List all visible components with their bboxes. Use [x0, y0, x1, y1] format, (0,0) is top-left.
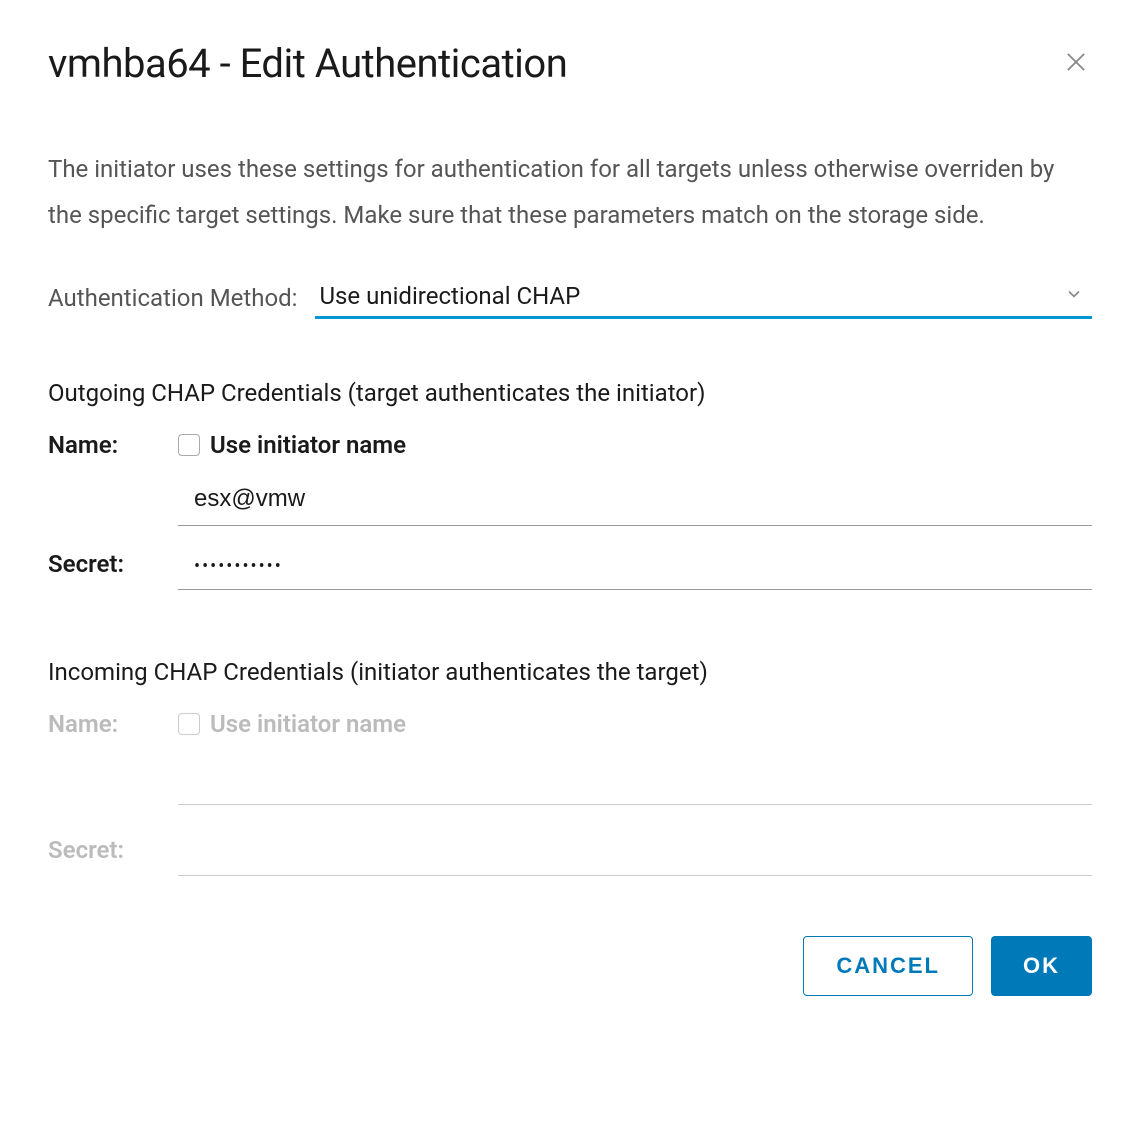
- auth-method-label: Authentication Method:: [48, 284, 297, 312]
- cancel-button[interactable]: CANCEL: [803, 936, 973, 996]
- outgoing-heading: Outgoing CHAP Credentials (target authen…: [48, 379, 1092, 407]
- incoming-section: Incoming CHAP Credentials (initiator aut…: [48, 658, 1092, 876]
- dialog-title: vmhba64 - Edit Authentication: [48, 40, 567, 87]
- outgoing-secret-input[interactable]: [178, 548, 1092, 590]
- incoming-secret-label: Secret:: [48, 836, 178, 876]
- outgoing-secret-label: Secret:: [48, 550, 178, 590]
- incoming-use-initiator-checkbox: [178, 713, 200, 735]
- auth-method-select[interactable]: Use unidirectional CHAP: [315, 276, 1092, 319]
- incoming-heading: Incoming CHAP Credentials (initiator aut…: [48, 658, 1092, 686]
- dialog-description: The initiator uses these settings for au…: [48, 147, 1092, 238]
- incoming-name-label: Name:: [48, 710, 178, 738]
- close-button[interactable]: [1060, 48, 1092, 80]
- ok-button[interactable]: OK: [991, 936, 1092, 996]
- chevron-down-icon: [1064, 284, 1084, 308]
- outgoing-section: Outgoing CHAP Credentials (target authen…: [48, 379, 1092, 590]
- incoming-secret-input: [178, 827, 1092, 876]
- incoming-use-initiator-label: Use initiator name: [210, 710, 406, 738]
- outgoing-use-initiator-label: Use initiator name: [210, 431, 406, 459]
- outgoing-use-initiator-checkbox[interactable]: [178, 434, 200, 456]
- auth-method-value: Use unidirectional CHAP: [319, 282, 580, 310]
- incoming-name-input: [178, 756, 1092, 805]
- close-icon: [1062, 48, 1090, 79]
- outgoing-name-input[interactable]: [178, 477, 1092, 526]
- outgoing-name-label: Name:: [48, 431, 178, 459]
